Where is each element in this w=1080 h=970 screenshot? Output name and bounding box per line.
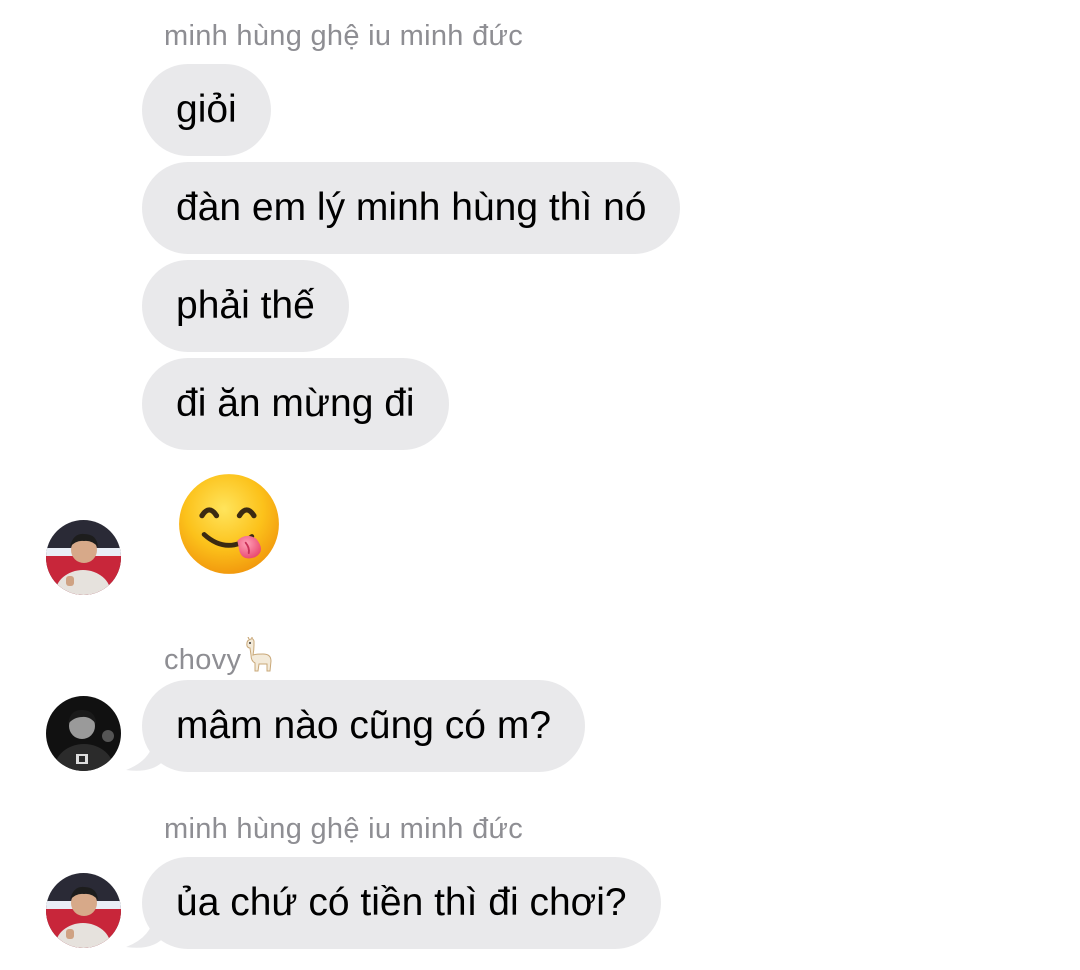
message-bubble[interactable]: phải thế	[142, 260, 349, 352]
message-text: đi ăn mừng đi	[176, 382, 415, 425]
face-savoring-food-emoji[interactable]	[177, 472, 281, 576]
message-text: giỏi	[176, 88, 237, 131]
bubble-tail	[126, 738, 166, 771]
message-text: đàn em lý minh hùng thì nó	[176, 186, 647, 229]
sender-name: chovy	[164, 637, 275, 677]
message-bubble[interactable]: giỏi	[142, 64, 271, 156]
message-text: ủa chứ có tiền thì đi chơi?	[176, 881, 627, 924]
message-bubble[interactable]: mâm nào cũng có m?	[142, 680, 586, 772]
llama-icon	[246, 637, 272, 672]
message-bubble[interactable]: ủa chứ có tiền thì đi chơi?	[142, 857, 661, 949]
sender-name-text: chovy	[164, 644, 242, 676]
user-avatar[interactable]	[46, 696, 121, 771]
bubble-tail	[126, 915, 166, 948]
message-text: phải thế	[176, 284, 315, 327]
message-bubble[interactable]: đi ăn mừng đi	[142, 358, 449, 450]
sender-name: minh hùng ghệ iu minh đức	[164, 813, 524, 845]
message-bubble[interactable]: đàn em lý minh hùng thì nó	[142, 162, 681, 254]
user-avatar[interactable]	[46, 520, 121, 595]
user-avatar[interactable]	[46, 873, 121, 948]
message-text: mâm nào cũng có m?	[176, 704, 552, 747]
sender-name: minh hùng ghệ iu minh đức	[164, 20, 524, 52]
